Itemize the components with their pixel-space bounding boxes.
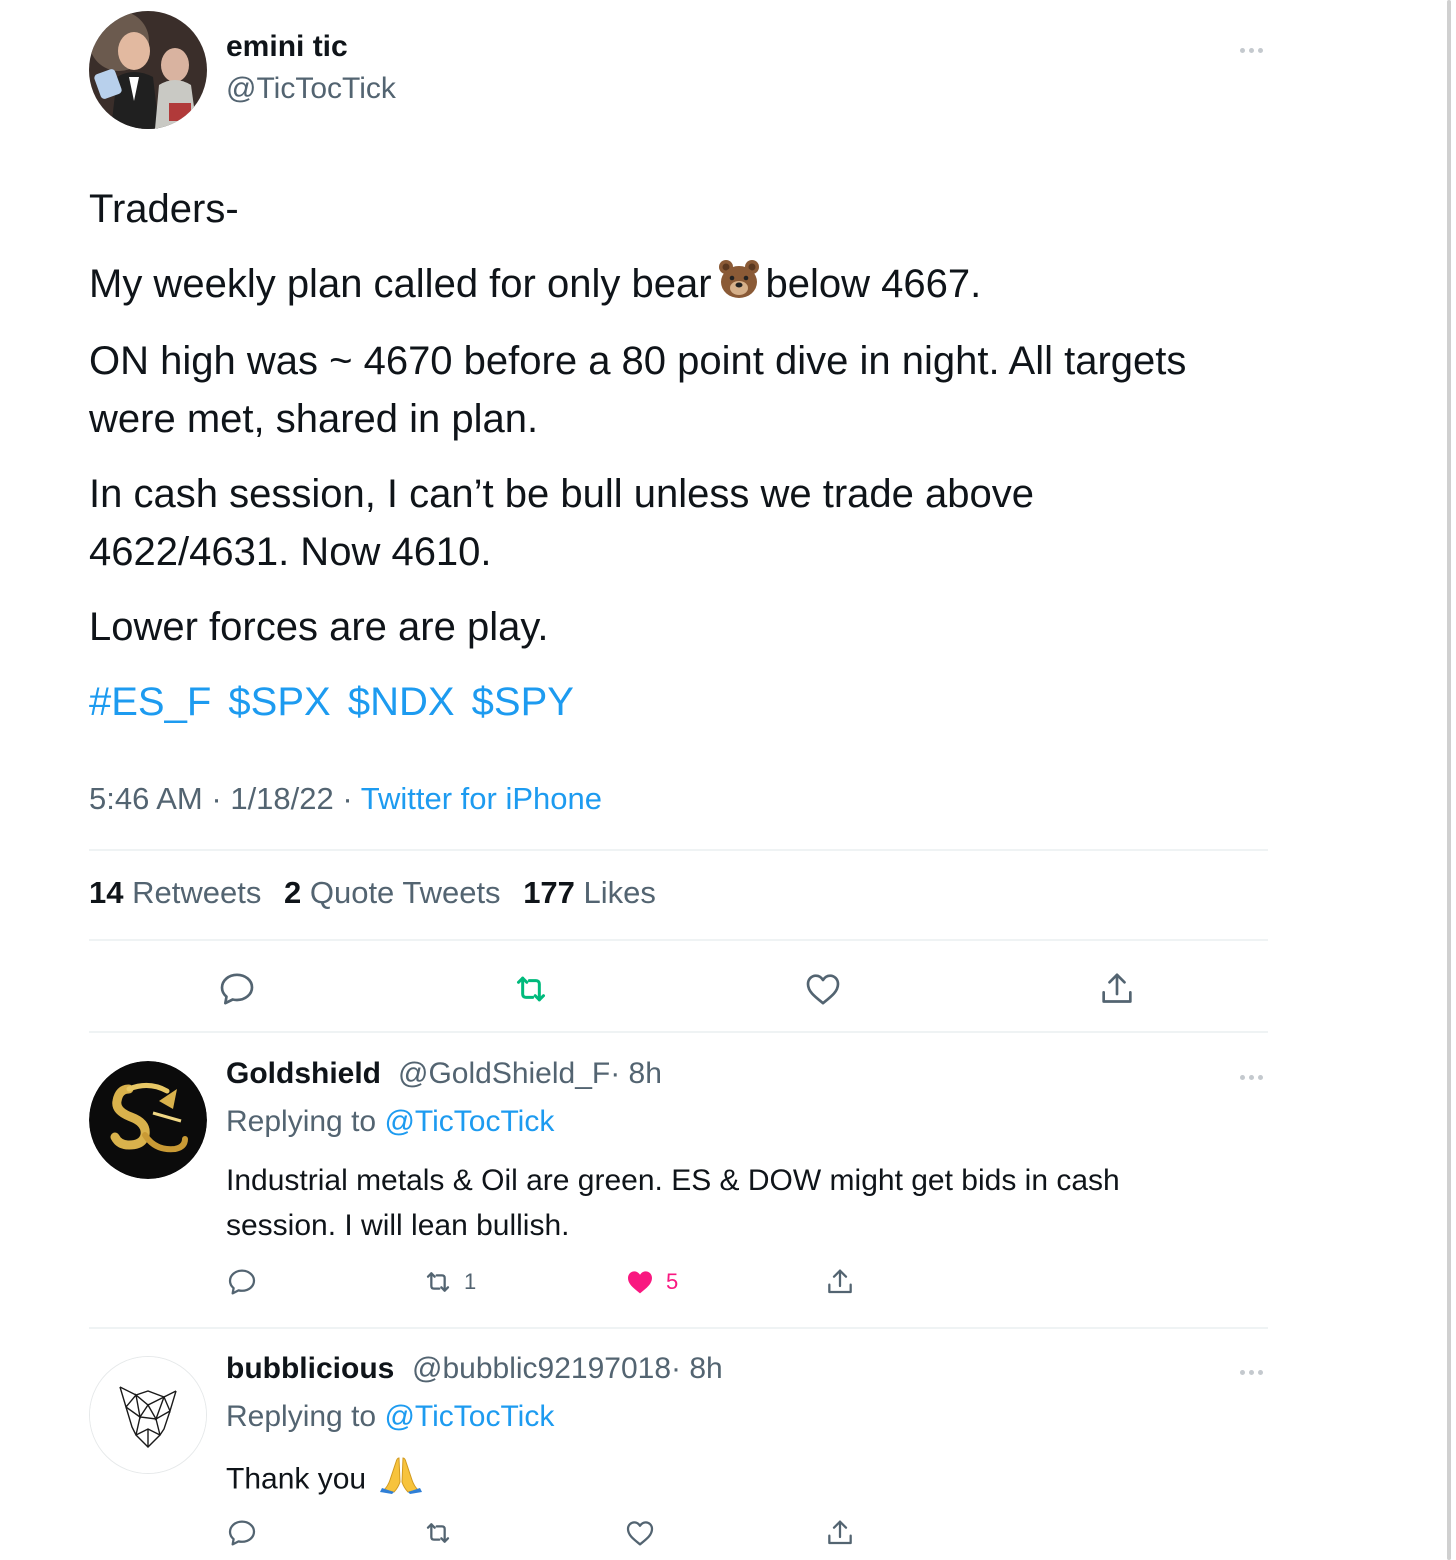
tweet-timestamp: 5:46 AM · 1/18/22 · Twitter for iPhone: [89, 781, 602, 817]
share-icon: [828, 1520, 852, 1545]
share-icon: [1102, 973, 1132, 1003]
divider: [89, 1327, 1268, 1329]
share-button[interactable]: [824, 1515, 856, 1551]
mention-link[interactable]: @TicTocTick: [384, 1400, 554, 1433]
replying-label: Replying to: [226, 1105, 377, 1138]
retweets-label: Retweets: [132, 875, 262, 910]
author-name[interactable]: emini tic: [226, 30, 348, 64]
hashtag-link[interactable]: #ES_F: [89, 680, 211, 724]
reply-age: · 8h: [671, 1352, 723, 1385]
more-options-icon[interactable]: [1236, 1366, 1266, 1378]
quote-tweets-label: Quote Tweets: [309, 875, 501, 910]
retweet-icon: [517, 976, 545, 1002]
cashtag-link[interactable]: $SPY: [472, 680, 574, 724]
tweet-hashtags: #ES_F $SPX $NDX $SPY: [89, 673, 1239, 731]
tweet-stats: 14 Retweets 2 Quote Tweets 177 Likes: [89, 875, 670, 911]
reply-author-handle[interactable]: @GoldShield_F· 8h: [398, 1057, 662, 1091]
tweet-text-segment: My weekly plan called for only bear: [89, 262, 712, 306]
page-scrollbar[interactable]: [1447, 0, 1451, 1560]
meta-separator: ·: [211, 781, 222, 816]
reply-icon: [220, 973, 254, 1005]
more-options-icon[interactable]: [1236, 1071, 1266, 1083]
retweets-stat[interactable]: 14 Retweets: [89, 875, 261, 910]
retweet-count: 1: [464, 1269, 477, 1294]
tweet-source-link[interactable]: Twitter for iPhone: [361, 781, 602, 816]
reply-handle-text: @GoldShield_F: [398, 1057, 611, 1090]
cashtag-link[interactable]: $SPX: [228, 680, 330, 724]
reply-author-handle[interactable]: @bubblic92197018· 8h: [412, 1352, 723, 1386]
likes-count: 177: [523, 875, 575, 910]
replying-to: Replying to @TicTocTick: [226, 1105, 554, 1139]
more-options-icon[interactable]: [1236, 44, 1266, 56]
folded-hands-icon: [380, 1454, 423, 1507]
cashtag-link[interactable]: $NDX: [348, 680, 455, 724]
bear-face-icon: [718, 257, 760, 315]
tweet-text: Traders- My weekly plan called for only …: [89, 180, 1239, 748]
replying-to: Replying to @TicTocTick: [226, 1400, 554, 1434]
like-button[interactable]: [624, 1515, 656, 1551]
retweet-button[interactable]: 1: [422, 1264, 476, 1300]
tweet-paragraph: Traders-: [89, 187, 239, 231]
retweet-button[interactable]: [509, 967, 553, 1011]
reply-author-name[interactable]: bubblicious: [226, 1352, 394, 1386]
mention-link[interactable]: @TicTocTick: [384, 1105, 554, 1138]
reply-button[interactable]: [215, 967, 259, 1011]
tweet-paragraph: My weekly plan called for only bear belo…: [89, 255, 1239, 315]
retweet-icon: [426, 1523, 450, 1543]
divider: [89, 849, 1268, 851]
heart-icon: [626, 1521, 654, 1546]
reply-icon: [228, 1269, 256, 1295]
share-button[interactable]: [1095, 967, 1139, 1011]
reply-icon: [228, 1520, 256, 1546]
share-icon: [828, 1269, 852, 1294]
heart-icon: [806, 974, 840, 1005]
divider: [89, 1031, 1268, 1033]
reply-handle-text: @bubblic92197018: [412, 1352, 671, 1385]
tweet-date[interactable]: 1/18/22: [230, 781, 333, 816]
tweet-paragraph: Lower forces are are play.: [89, 605, 549, 650]
tweet-paragraph: In cash session, I can’t be bull unless …: [89, 472, 1034, 575]
author-avatar[interactable]: [89, 11, 207, 129]
tweet-paragraph: ON high was ~ 4670 before a 80 point div…: [89, 339, 1187, 442]
likes-stat[interactable]: 177 Likes: [523, 875, 656, 910]
reply-age: · 8h: [610, 1057, 662, 1090]
reply-text: Industrial metals & Oil are green. ES & …: [226, 1164, 1120, 1242]
quote-tweets-stat[interactable]: 2 Quote Tweets: [284, 875, 501, 910]
reply-text-segment: Thank you: [226, 1462, 367, 1496]
heart-filled-icon: [628, 1271, 652, 1294]
reply-button[interactable]: [226, 1515, 258, 1551]
reply-avatar[interactable]: [89, 1356, 207, 1474]
retweets-count: 14: [89, 875, 124, 910]
tweet-time[interactable]: 5:46 AM: [89, 781, 203, 816]
like-button[interactable]: [801, 967, 845, 1011]
tweet-text-segment: below 4667.: [765, 262, 982, 306]
like-count: 5: [666, 1269, 679, 1294]
author-handle[interactable]: @TicTocTick: [226, 72, 396, 106]
retweet-icon: [426, 1272, 450, 1292]
likes-label: Likes: [583, 875, 656, 910]
meta-separator: ·: [342, 781, 353, 816]
reply-button[interactable]: [226, 1264, 258, 1300]
reply-author-name[interactable]: Goldshield: [226, 1057, 381, 1091]
quote-tweets-count: 2: [283, 875, 302, 910]
replying-label: Replying to: [226, 1400, 377, 1433]
retweet-button[interactable]: [422, 1515, 454, 1551]
reply-avatar[interactable]: [89, 1061, 207, 1179]
divider: [89, 939, 1268, 941]
like-button[interactable]: 5: [624, 1264, 678, 1300]
share-button[interactable]: [824, 1264, 856, 1300]
reply-text: Thank you: [226, 1454, 1226, 1507]
